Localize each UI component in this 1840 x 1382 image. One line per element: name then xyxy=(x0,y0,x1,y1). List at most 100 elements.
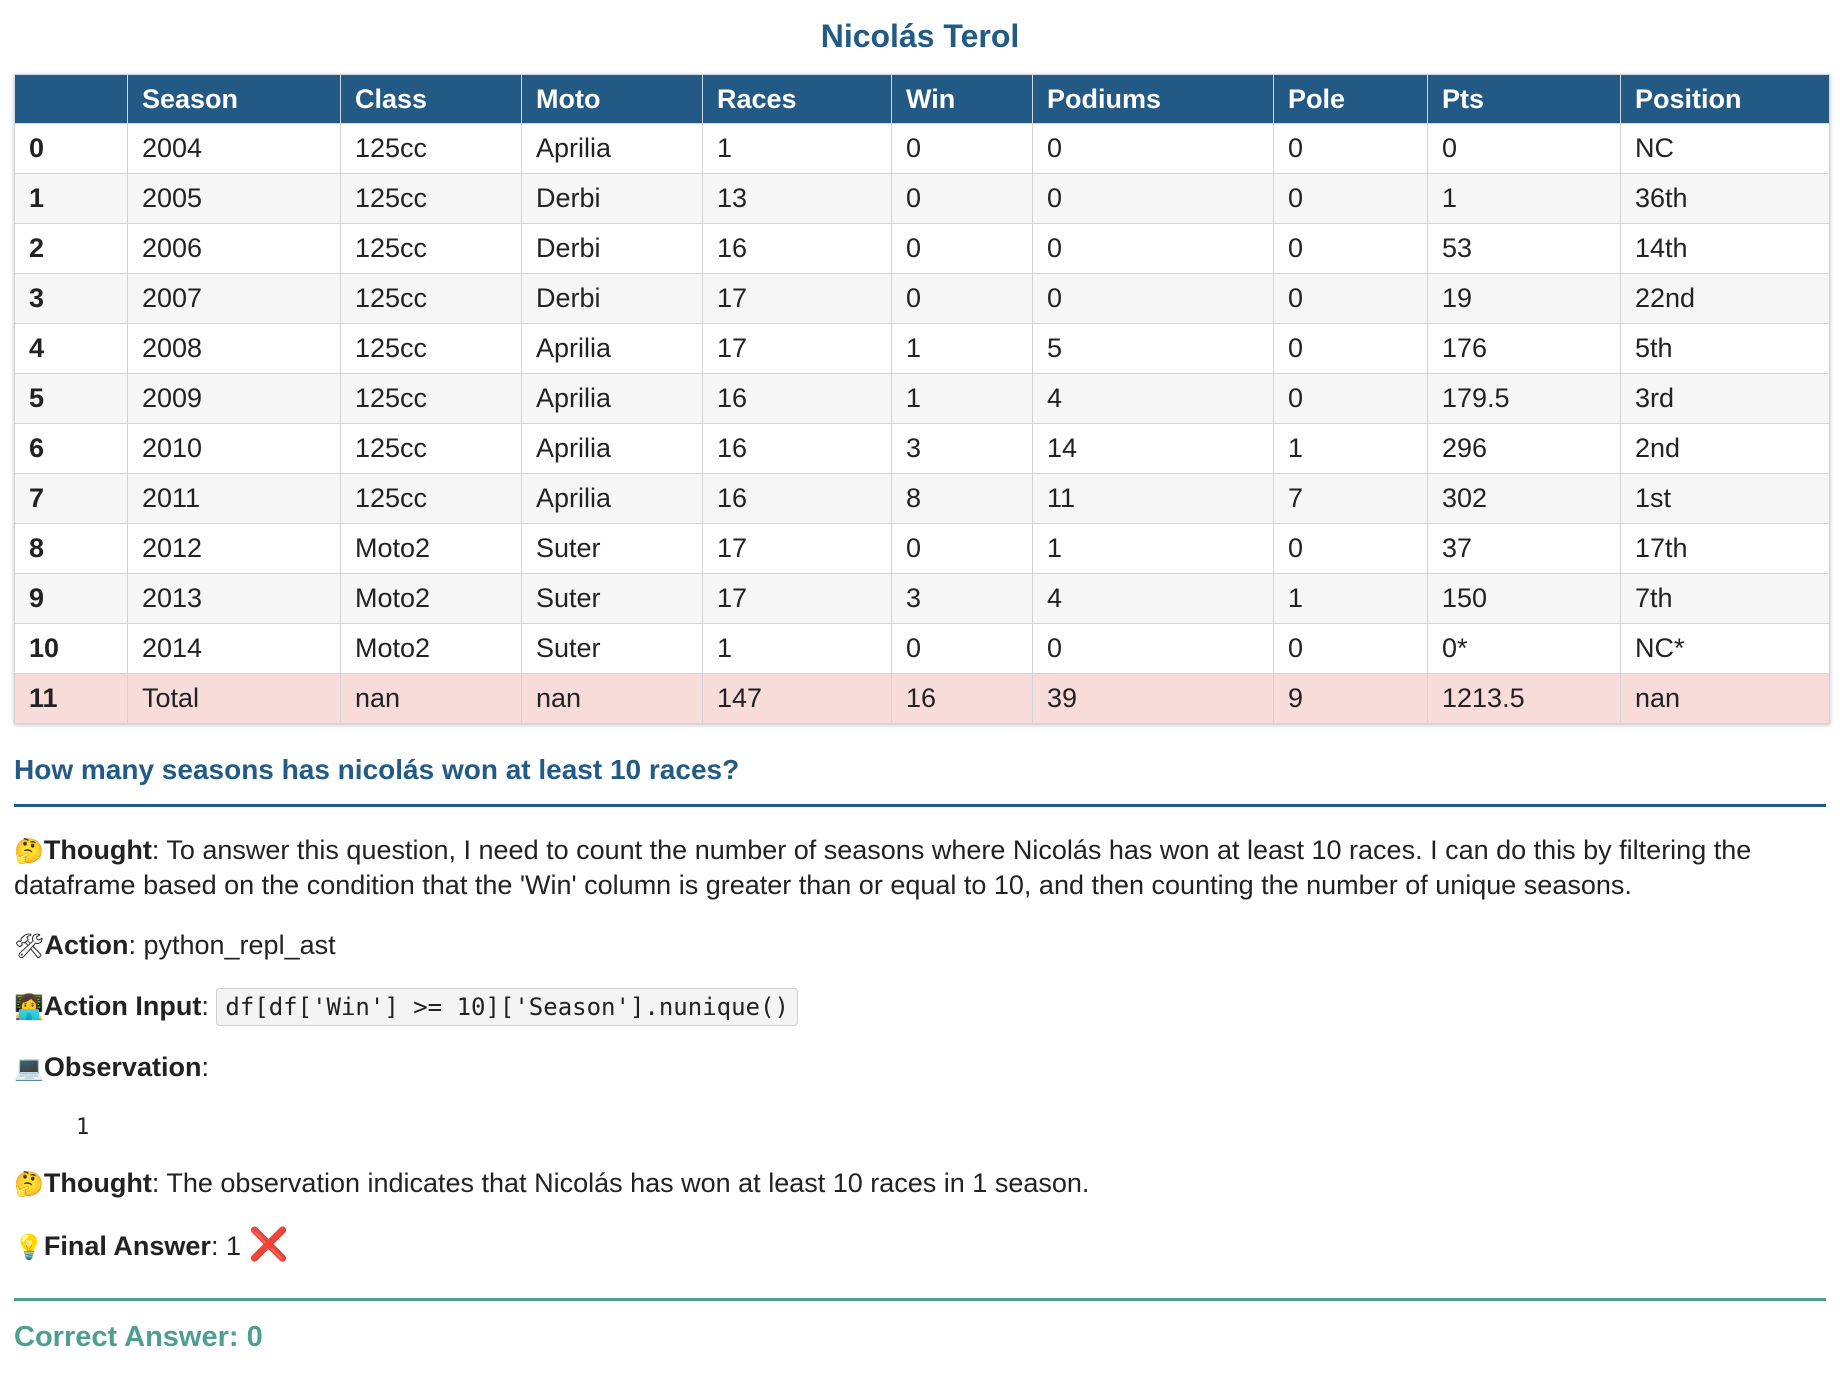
table-row: 7 2011 125cc Aprilia 16 8 11 7 302 1st xyxy=(14,473,1830,524)
table-cell: 19 xyxy=(1427,273,1621,324)
table-cell: 0 xyxy=(891,173,1033,224)
table-cell: 2011 xyxy=(127,473,341,524)
table-cell: 1st xyxy=(1620,473,1830,524)
table-cell: 14th xyxy=(1620,223,1830,274)
table-cell: 125cc xyxy=(340,223,522,274)
column-header: Class xyxy=(340,74,522,124)
table-cell: 125cc xyxy=(340,173,522,224)
table-cell: 0 xyxy=(891,523,1033,574)
table-header-row: Season Class Moto Races Win Podiums Pole Pts Pos… xyxy=(14,74,1830,124)
table-cell: 1 xyxy=(1273,573,1428,624)
table-cell: 125cc xyxy=(340,373,522,424)
table-row: 5 2009 125cc Aprilia 16 1 4 0 179.5 3rd xyxy=(14,373,1830,424)
table-cell: Suter xyxy=(521,573,703,624)
table-cell: 0 xyxy=(1273,623,1428,674)
table-row: 9 2013 Moto2 Suter 17 3 4 1 150 7th xyxy=(14,573,1830,624)
table-cell: Derbi xyxy=(521,223,703,274)
table-cell: 150 xyxy=(1427,573,1621,624)
table-cell: 16 xyxy=(702,223,892,274)
table-cell: 0 xyxy=(1273,323,1428,374)
table-cell: 36th xyxy=(1620,173,1830,224)
table-cell: 0 xyxy=(1273,173,1428,224)
table-cell: 0 xyxy=(891,273,1033,324)
table-cell: 8 xyxy=(891,473,1033,524)
final-answer-step: 💡Final Answer: 1 ❌ xyxy=(14,1227,1826,1264)
table-cell: Aprilia xyxy=(521,423,703,474)
thinking-face-icon: 🤔 xyxy=(14,1170,44,1198)
observation-step: 💻Observation: xyxy=(14,1052,209,1082)
table-cell: 11 xyxy=(1032,473,1274,524)
action-text: : python_repl_ast xyxy=(128,930,336,960)
table-cell: NC* xyxy=(1620,623,1830,674)
table-cell: 0 xyxy=(1032,173,1274,224)
column-header: Pole xyxy=(1273,74,1428,124)
row-index: 10 xyxy=(14,623,128,674)
thinking-face-icon: 🤔 xyxy=(14,837,44,865)
table-cell: nan xyxy=(340,673,522,724)
table-cell: 17 xyxy=(702,323,892,374)
table-cell: Derbi xyxy=(521,273,703,324)
table-cell: 0 xyxy=(1032,123,1274,174)
table-cell: 3 xyxy=(891,423,1033,474)
final-answer-text: : 1 xyxy=(210,1231,241,1261)
table-cell: 16 xyxy=(891,673,1033,724)
table-cell: 2010 xyxy=(127,423,341,474)
table-cell: 16 xyxy=(702,473,892,524)
table-cell: 2014 xyxy=(127,623,341,674)
table-cell: 125cc xyxy=(340,323,522,374)
thought-label: Thought xyxy=(43,835,152,865)
action-input-step: 👩‍💻Action Input: df[df['Win'] >= 10]['Se… xyxy=(14,988,1826,1026)
table-cell: 147 xyxy=(702,673,892,724)
table-row: 8 2012 Moto2 Suter 17 0 1 0 37 17th xyxy=(14,523,1830,574)
table-cell: 17 xyxy=(702,273,892,324)
table-body: 0 2004 125cc Aprilia 1 0 0 0 0 NC 1 2005 125cc Derbi 1… xyxy=(14,123,1830,724)
table-cell: 17 xyxy=(702,523,892,574)
table-row: 11 Total nan nan 147 16 39 9 1213.5 nan xyxy=(14,673,1830,724)
table-cell: 13 xyxy=(702,173,892,224)
table-cell: 0 xyxy=(891,123,1033,174)
column-header: Podiums xyxy=(1032,74,1274,124)
page-title: Nicolás Terol xyxy=(820,18,1020,54)
action-label: Action xyxy=(44,930,129,960)
table-row: 6 2010 125cc Aprilia 16 3 14 1 296 2nd xyxy=(14,423,1830,474)
row-index: 1 xyxy=(14,173,128,224)
table-cell: 125cc xyxy=(340,473,522,524)
table-cell: Aprilia xyxy=(521,323,703,374)
column-header: Win xyxy=(891,74,1033,124)
table-cell: 1 xyxy=(891,373,1033,424)
table-cell: 176 xyxy=(1427,323,1621,374)
table-cell: Aprilia xyxy=(521,473,703,524)
table-cell: 1 xyxy=(891,323,1033,374)
table-cell: 7 xyxy=(1273,473,1428,524)
table-cell: 22nd xyxy=(1620,273,1830,324)
table-cell: 17 xyxy=(702,573,892,624)
column-header: Position xyxy=(1620,74,1830,124)
thought-step-2: 🤔Thought: The observation indicates that… xyxy=(14,1166,1826,1201)
table-row: 1 2005 125cc Derbi 13 0 0 0 1 36th xyxy=(14,173,1830,224)
table-cell: 0 xyxy=(1273,223,1428,274)
tools-icon: 🛠 xyxy=(14,932,45,960)
table-cell: 1 xyxy=(702,123,892,174)
row-index: 7 xyxy=(14,473,128,524)
table-cell: 2006 xyxy=(127,223,341,274)
table-row: 0 2004 125cc Aprilia 1 0 0 0 0 NC xyxy=(14,123,1830,174)
table-cell: 3rd xyxy=(1620,373,1830,424)
lightbulb-icon: 💡 xyxy=(14,1233,44,1261)
table-cell: 3 xyxy=(891,573,1033,624)
table-cell: 0 xyxy=(891,223,1033,274)
table-cell: 125cc xyxy=(340,123,522,174)
column-header: Season xyxy=(127,74,341,124)
row-index: 4 xyxy=(14,323,128,374)
table-cell: Aprilia xyxy=(521,373,703,424)
table-cell: 0 xyxy=(1273,373,1428,424)
table-cell: Moto2 xyxy=(340,523,522,574)
table-cell: 9 xyxy=(1273,673,1428,724)
table-cell: Aprilia xyxy=(521,123,703,174)
table-cell: 0 xyxy=(1032,273,1274,324)
table-cell: 2005 xyxy=(127,173,341,224)
table-cell: Total xyxy=(127,673,341,724)
table-cell: 1 xyxy=(1032,523,1274,574)
column-header: Races xyxy=(702,74,892,124)
table-cell: 53 xyxy=(1427,223,1621,274)
data-table: Season Class Moto Races Win Podiums Pole Pts Pos… xyxy=(14,74,1830,724)
